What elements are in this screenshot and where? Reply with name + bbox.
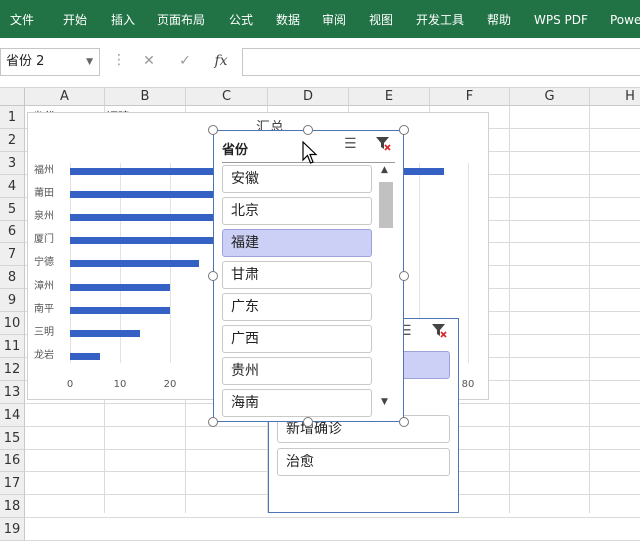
resize-handle[interactable] (399, 271, 409, 281)
row-header[interactable]: 8 (0, 266, 25, 289)
name-box-value: 省份 2 (6, 54, 45, 69)
x-tick-label: 80 (461, 379, 475, 390)
mouse-cursor-icon (302, 141, 318, 164)
ribbon-tab[interactable]: 数据 (276, 0, 300, 38)
chart-gridline (468, 163, 469, 363)
slicer-title: 省份 (222, 143, 249, 158)
ribbon-tab[interactable]: 公式 (229, 0, 253, 38)
slicer-item[interactable]: 广东 (222, 293, 372, 321)
slicer-province[interactable]: 省份 ☰ 安徽北京福建甘肃广东广西贵州海南 ▲ ▼ (213, 130, 404, 422)
row-header[interactable]: 19 (0, 518, 25, 541)
resize-handle[interactable] (303, 125, 313, 135)
ribbon-tab[interactable]: 插入 (111, 0, 135, 38)
column-header[interactable]: F (430, 88, 510, 106)
slicer-item[interactable]: 福建 (222, 229, 372, 257)
gridline (509, 106, 510, 513)
name-box-dropdown-icon[interactable]: ▼ (86, 49, 93, 75)
ribbon-tab[interactable]: 审阅 (322, 0, 346, 38)
category-label: 宁德 (34, 257, 54, 268)
ribbon-tab[interactable]: Powe (610, 0, 640, 38)
scroll-up-icon[interactable]: ▲ (381, 165, 388, 175)
clear-filter-icon[interactable] (431, 322, 447, 342)
ribbon-tab[interactable]: 开发工具 (416, 0, 464, 38)
category-label: 莆田 (34, 188, 54, 199)
ribbon-tab[interactable]: 页面布局 (157, 0, 205, 38)
column-header[interactable]: A (25, 88, 105, 106)
x-tick-label: 0 (66, 379, 74, 390)
row-header[interactable]: 18 (0, 495, 25, 518)
bar-三明[interactable] (70, 330, 140, 337)
gridline (589, 106, 590, 513)
slicer-scrollbar[interactable]: ▲ ▼ (377, 163, 395, 413)
category-label: 三明 (34, 327, 54, 338)
slicer-item[interactable]: 广西 (222, 325, 372, 353)
row-header[interactable]: 3 (0, 152, 25, 175)
bar-宁德[interactable] (70, 260, 199, 267)
select-all-corner[interactable] (0, 88, 25, 106)
category-label: 南平 (34, 304, 54, 315)
row-header[interactable]: 7 (0, 243, 25, 266)
ribbon-tab[interactable]: 视图 (369, 0, 393, 38)
row-header[interactable]: 12 (0, 358, 25, 381)
resize-handle[interactable] (399, 125, 409, 135)
column-header[interactable]: E (349, 88, 430, 106)
bar-漳州[interactable] (70, 284, 170, 291)
ribbon-tab-bar: 文件 开始 插入 页面布局 公式 数据 审阅 视图 开发工具 帮助 WPS PDF Powe (0, 0, 640, 38)
scrollbar-thumb[interactable] (379, 182, 393, 228)
category-label: 龙岩 (34, 350, 54, 361)
resize-handle[interactable] (303, 417, 313, 427)
column-header[interactable]: C (186, 88, 268, 106)
category-label: 福州 (34, 165, 54, 176)
multi-select-icon[interactable]: ☰ (344, 136, 357, 152)
row-header[interactable]: 10 (0, 312, 25, 335)
slicer-item[interactable]: 甘肃 (222, 261, 372, 289)
slicer-item[interactable]: 治愈 (277, 448, 450, 476)
formula-input[interactable] (242, 48, 640, 76)
ribbon-tab[interactable]: 开始 (63, 0, 87, 38)
bar-龙岩[interactable] (70, 353, 100, 360)
clear-filter-icon[interactable] (375, 135, 391, 155)
slicer-item[interactable]: 北京 (222, 197, 372, 225)
ribbon-tab[interactable]: WPS PDF (534, 0, 588, 38)
x-tick-label: 10 (113, 379, 127, 390)
row-header[interactable]: 9 (0, 289, 25, 312)
row-header[interactable]: 11 (0, 335, 25, 358)
gridline (25, 517, 640, 518)
row-header[interactable]: 16 (0, 450, 25, 472)
bar-南平[interactable] (70, 307, 170, 314)
category-label: 泉州 (34, 211, 54, 222)
resize-handle[interactable] (208, 271, 218, 281)
formula-bar-separator-icon: ⋮ (112, 52, 126, 68)
row-header[interactable]: 5 (0, 198, 25, 221)
scroll-down-icon[interactable]: ▼ (381, 397, 388, 407)
row-header[interactable]: 14 (0, 404, 25, 427)
column-header[interactable]: D (268, 88, 349, 106)
cancel-icon[interactable]: ✕ (139, 53, 159, 69)
resize-handle[interactable] (208, 125, 218, 135)
resize-handle[interactable] (399, 417, 409, 427)
row-header[interactable]: 4 (0, 175, 25, 198)
row-header[interactable]: 15 (0, 427, 25, 450)
column-header[interactable]: H (590, 88, 640, 106)
slicer-item[interactable]: 贵州 (222, 357, 372, 385)
column-header[interactable]: G (510, 88, 590, 106)
x-tick-label: 20 (163, 379, 177, 390)
enter-check-icon[interactable]: ✓ (175, 53, 195, 69)
resize-handle[interactable] (208, 417, 218, 427)
slicer-item[interactable]: 海南 (222, 389, 372, 417)
row-header[interactable]: 2 (0, 129, 25, 152)
category-label: 漳州 (34, 281, 54, 292)
slicer-item[interactable]: 安徽 (222, 165, 372, 193)
row-header[interactable]: 1 (0, 106, 25, 129)
name-box[interactable]: 省份 2 ▼ (0, 48, 100, 76)
row-header[interactable]: 13 (0, 381, 25, 404)
column-header[interactable]: B (105, 88, 186, 106)
insert-function-icon[interactable]: fx (211, 53, 231, 69)
category-label: 厦门 (34, 234, 54, 245)
ribbon-tab[interactable]: 文件 (10, 0, 34, 38)
row-header[interactable]: 17 (0, 472, 25, 495)
ribbon-tab[interactable]: 帮助 (487, 0, 511, 38)
row-header[interactable]: 6 (0, 221, 25, 243)
